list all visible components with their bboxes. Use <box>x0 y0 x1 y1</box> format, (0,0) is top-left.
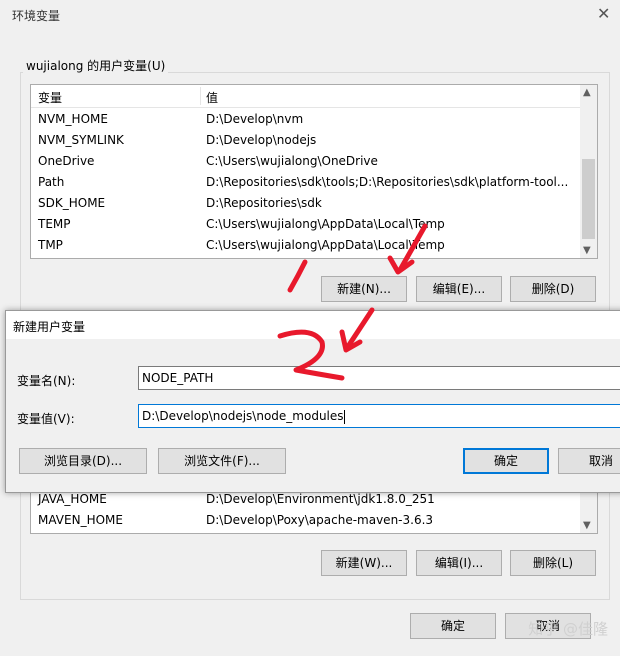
annotation-number-1 <box>287 259 308 293</box>
annotation-number-2 <box>277 329 345 381</box>
annotation-overlay <box>277 223 428 381</box>
watermark: 知乎 @佳隆 <box>528 620 608 638</box>
